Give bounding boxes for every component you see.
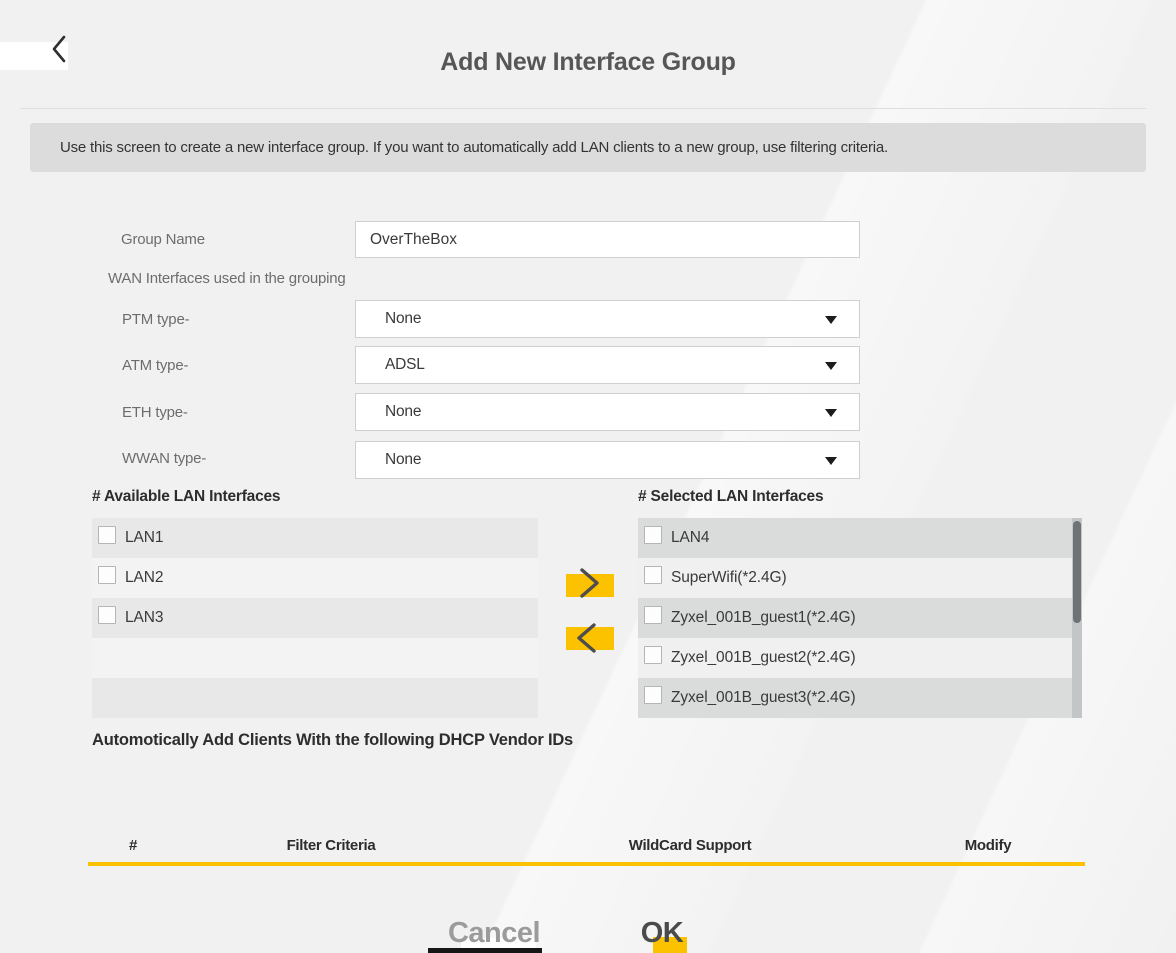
caret-down-icon: [825, 409, 837, 417]
table-header-underline: [88, 862, 1085, 866]
caret-down-icon: [825, 316, 837, 324]
wwan-type-select[interactable]: None: [355, 441, 860, 479]
ptm-type-value: None: [385, 301, 421, 337]
list-item: Zyxel_001B_guest2(*2.4G): [638, 638, 1072, 678]
lan1-checkbox[interactable]: [98, 526, 116, 544]
atm-type-select[interactable]: ADSL: [355, 346, 860, 384]
page-title: Add New Interface Group: [0, 48, 1176, 77]
eth-type-label: ETH type-: [122, 404, 188, 421]
table-header-modify: Modify: [965, 837, 1012, 854]
scrollbar-thumb[interactable]: [1073, 521, 1081, 623]
list-item: LAN1: [92, 518, 538, 558]
guest1-checkbox[interactable]: [644, 606, 662, 624]
selected-list-header: # Selected LAN Interfaces: [638, 488, 823, 506]
cancel-button[interactable]: Cancel: [448, 917, 540, 950]
guest2-checkbox[interactable]: [644, 646, 662, 664]
info-banner: Use this screen to create a new interfac…: [30, 123, 1146, 172]
list-item-label: SuperWifi(*2.4G): [671, 558, 787, 598]
lan4-checkbox[interactable]: [644, 526, 662, 544]
add-interface-group-screen: Add New Interface Group Use this screen …: [0, 0, 1176, 953]
list-item: SuperWifi(*2.4G): [638, 558, 1072, 598]
wwan-type-value: None: [385, 442, 421, 478]
guest3-checkbox[interactable]: [644, 686, 662, 704]
list-item: Zyxel_001B_guest1(*2.4G): [638, 598, 1072, 638]
list-item-label: Zyxel_001B_guest2(*2.4G): [671, 638, 856, 678]
atm-type-label: ATM type-: [122, 357, 188, 374]
atm-type-value: ADSL: [385, 347, 425, 383]
lan2-checkbox[interactable]: [98, 566, 116, 584]
list-item-label: LAN1: [125, 518, 163, 558]
group-name-input[interactable]: [355, 221, 860, 258]
ptm-type-label: PTM type-: [122, 311, 189, 328]
list-item: Zyxel_001B_guest3(*2.4G): [638, 678, 1072, 718]
header-divider: [20, 108, 1146, 109]
list-item-label: LAN4: [671, 518, 709, 558]
available-list-header: # Available LAN Interfaces: [92, 488, 280, 506]
superwifi-checkbox[interactable]: [644, 566, 662, 584]
eth-type-value: None: [385, 394, 421, 430]
list-item-label: LAN2: [125, 558, 163, 598]
move-right-button[interactable]: [566, 574, 614, 597]
table-header-filter-criteria: Filter Criteria: [287, 837, 376, 854]
wan-section-label: WAN Interfaces used in the grouping: [108, 270, 346, 287]
list-item-label: Zyxel_001B_guest1(*2.4G): [671, 598, 856, 638]
list-item: LAN2: [92, 558, 538, 598]
empty-list-row: [92, 678, 538, 718]
eth-type-select[interactable]: None: [355, 393, 860, 431]
move-left-button[interactable]: [566, 627, 614, 650]
group-name-label: Group Name: [121, 231, 205, 248]
table-header-number: #: [129, 837, 137, 854]
wwan-type-label: WWAN type-: [122, 450, 206, 467]
list-item-label: LAN3: [125, 598, 163, 638]
caret-down-icon: [825, 457, 837, 465]
available-lan-list: LAN1 LAN2 LAN3: [92, 518, 538, 718]
scrollbar-track[interactable]: [1072, 518, 1082, 718]
ok-button[interactable]: OK: [641, 917, 684, 950]
ptm-type-select[interactable]: None: [355, 300, 860, 338]
list-item: LAN4: [638, 518, 1072, 558]
lan3-checkbox[interactable]: [98, 606, 116, 624]
list-item: LAN3: [92, 598, 538, 638]
empty-list-row: [92, 638, 538, 678]
table-header-wildcard-support: WildCard Support: [629, 837, 752, 854]
dhcp-vendor-label: Automotically Add Clients With the follo…: [92, 731, 573, 750]
list-item-label: Zyxel_001B_guest3(*2.4G): [671, 678, 856, 718]
selected-lan-list: LAN4 SuperWifi(*2.4G) Zyxel_001B_guest1(…: [638, 518, 1083, 718]
caret-down-icon: [825, 362, 837, 370]
